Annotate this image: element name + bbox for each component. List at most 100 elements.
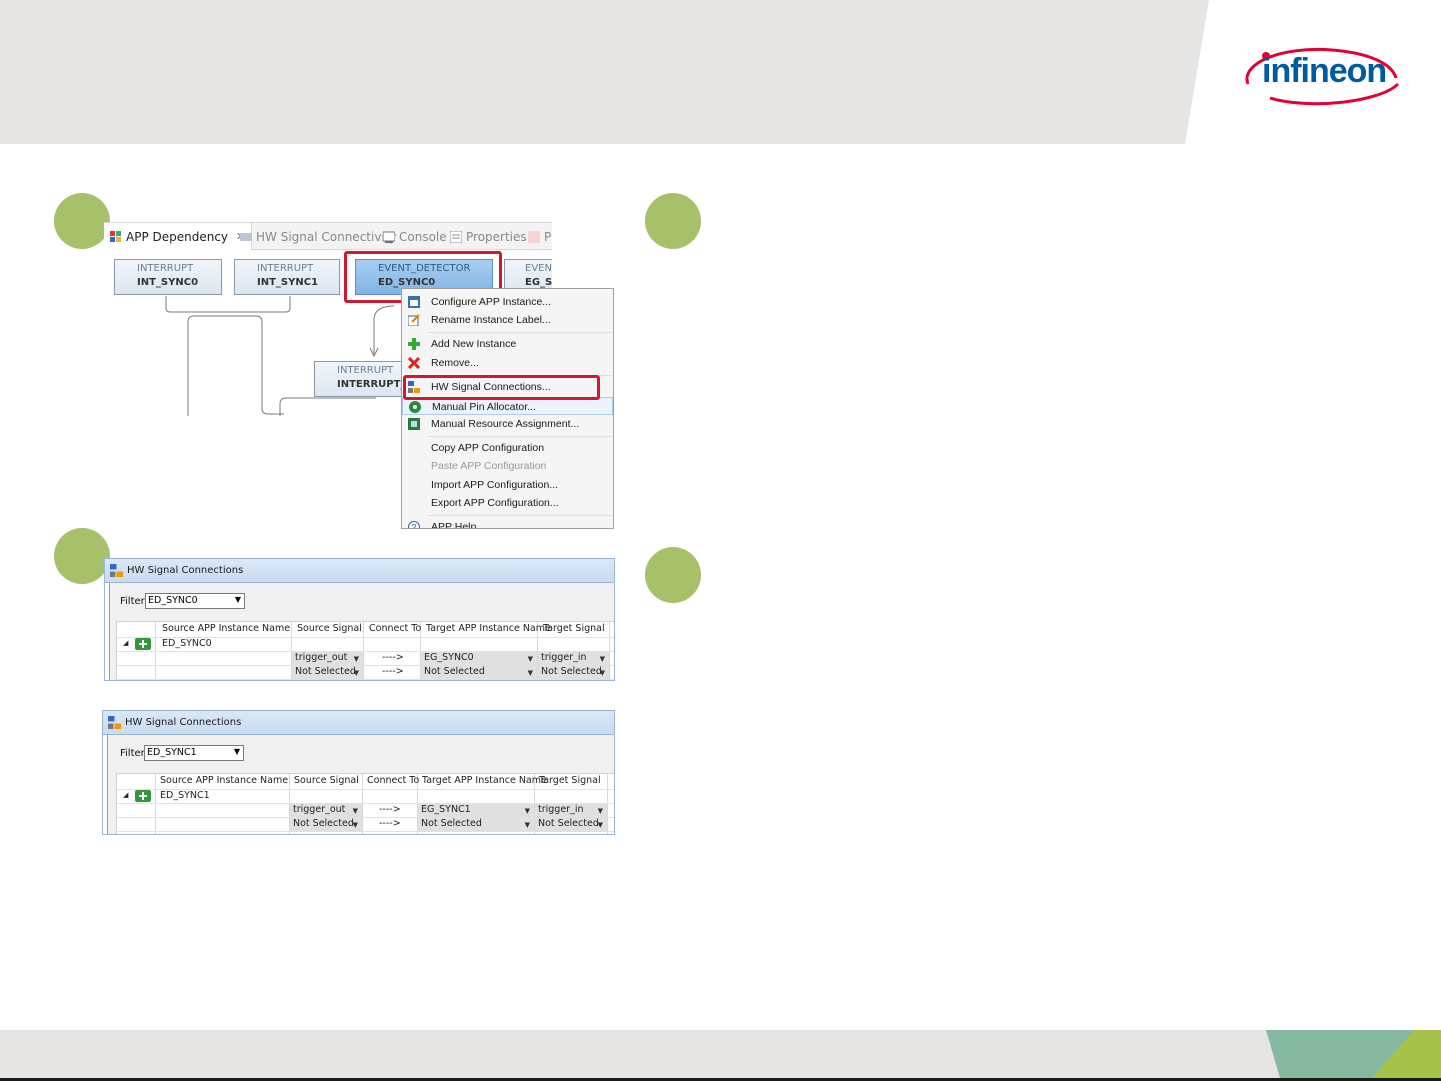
source-signal-select[interactable]: trigger_out ▼ <box>292 652 363 666</box>
target-signal-select[interactable]: Not Selected ▼ <box>538 666 609 680</box>
chevron-down-icon: ▼ <box>524 807 530 815</box>
connect-arrow: ----> <box>379 804 401 815</box>
menu-item-copy-config[interactable]: Copy APP Configuration <box>402 439 613 457</box>
menu-item-label: Export APP Configuration... <box>431 497 559 509</box>
target-instance-select[interactable]: EG_SYNC0 ▼ <box>421 652 537 666</box>
dialog-title: HW Signal Connections <box>105 559 614 583</box>
node-name: INT_SYNC1 <box>257 277 319 288</box>
instance-name: ED_SYNC1 <box>160 790 210 801</box>
tree-expand-icon[interactable]: ◢ <box>123 639 128 647</box>
column-header: Connect To <box>369 623 422 634</box>
signal-icon <box>110 564 123 577</box>
chevron-down-icon: ▼ <box>352 821 358 829</box>
node-type: INTERRUPT <box>137 263 194 274</box>
menu-item-rename[interactable]: Rename Instance Label... <box>402 311 613 329</box>
menu-item-paste-config: Paste APP Configuration <box>402 457 613 475</box>
dialog-body: Filter ED_SYNC1 ▼ Source APP Instance Na… <box>107 735 614 834</box>
target-signal-select[interactable]: trigger_in ▼ <box>538 652 609 666</box>
menu-item-configure[interactable]: Configure APP Instance... <box>402 293 613 311</box>
node-type: EVENT <box>525 263 552 274</box>
filter-value: ED_SYNC0 <box>148 595 198 606</box>
column-header: Target APP Instance Name <box>422 775 547 786</box>
filter-label: Filter <box>120 596 145 607</box>
target-instance-value: EG_SYNC0 <box>424 652 474 663</box>
menu-item-import-config[interactable]: Import APP Configuration... <box>402 476 613 494</box>
resource-icon <box>408 418 420 430</box>
menu-item-remove[interactable]: Remove... <box>402 354 613 372</box>
source-signal-select[interactable]: Not Selected ▼ <box>292 666 363 680</box>
chevron-down-icon: ▼ <box>599 669 605 677</box>
svg-text:?: ? <box>412 523 417 530</box>
menu-item-label: Rename Instance Label... <box>431 314 551 326</box>
node-int-sync0[interactable]: INTERRUPT INT_SYNC0 <box>114 259 222 295</box>
menu-item-label: APP Help <box>431 521 477 529</box>
node-name: INT_SYNC0 <box>137 277 199 288</box>
target-signal-value: Not Selected <box>541 666 602 677</box>
menu-item-manual-resource-assignment[interactable]: Manual Resource Assignment... <box>402 415 613 433</box>
menu-item-add-new-instance[interactable]: Add New Instance <box>402 335 613 353</box>
tree-expand-icon[interactable]: ◢ <box>123 791 128 799</box>
add-icon <box>408 338 420 350</box>
menu-item-label: Copy APP Configuration <box>431 442 545 454</box>
menu-item-label: Paste APP Configuration <box>431 460 547 472</box>
source-signal-value: trigger_out <box>293 804 346 815</box>
connections-table: Source APP Instance Name Source Signal C… <box>116 773 614 834</box>
dialog-body: Filter ED_SYNC0 ▼ Source APP Instance Na… <box>109 583 614 680</box>
remove-icon <box>408 357 420 369</box>
chevron-down-icon: ▼ <box>597 821 603 829</box>
connect-arrow: ----> <box>382 666 404 677</box>
hw-signal-dialog-1: HW Signal Connections Filter ED_SYNC0 ▼ … <box>104 558 615 681</box>
target-instance-value: EG_SYNC1 <box>421 804 471 815</box>
dialog-title-text: HW Signal Connections <box>125 717 242 728</box>
menu-separator <box>428 515 611 516</box>
node-int-sync1[interactable]: INTERRUPT INT_SYNC1 <box>234 259 340 295</box>
target-signal-value: trigger_in <box>541 652 587 663</box>
target-instance-select[interactable]: EG_SYNC1 ▼ <box>418 804 534 818</box>
connections-table: Source APP Instance Name Source Signal C… <box>116 621 614 680</box>
source-signal-value: Not Selected <box>293 818 354 829</box>
target-instance-select[interactable]: Not Selected ▼ <box>421 666 537 680</box>
step-dot-1 <box>54 193 110 249</box>
column-header: Connect To <box>367 775 420 786</box>
target-signal-select[interactable]: trigger_in ▼ <box>535 804 607 818</box>
menu-separator <box>428 436 611 437</box>
menu-item-label: Add New Instance <box>431 338 517 350</box>
filter-select[interactable]: ED_SYNC1 ▼ <box>144 745 244 761</box>
grid-line <box>607 774 608 834</box>
target-signal-value: trigger_in <box>538 804 584 815</box>
instance-name: ED_SYNC0 <box>162 638 212 649</box>
source-signal-select[interactable]: Not Selected ▼ <box>290 818 362 832</box>
column-header: Source Signal <box>294 775 359 786</box>
menu-separator <box>428 332 611 333</box>
chevron-down-icon: ▼ <box>597 807 603 815</box>
rename-icon <box>408 314 420 326</box>
menu-item-label: Import APP Configuration... <box>431 479 559 491</box>
target-instance-select[interactable]: Not Selected ▼ <box>418 818 534 832</box>
menu-item-label: Configure APP Instance... <box>431 296 552 308</box>
menu-item-label: Manual Pin Allocator... <box>432 401 536 413</box>
target-signal-select[interactable]: Not Selected ▼ <box>535 818 607 832</box>
infineon-logo: infineon <box>1240 44 1402 108</box>
source-signal-select[interactable]: trigger_out ▼ <box>290 804 362 818</box>
node-type: INTERRUPT <box>257 263 314 274</box>
filter-select[interactable]: ED_SYNC0 ▼ <box>145 593 245 609</box>
hw-signal-dialog-2: HW Signal Connections Filter ED_SYNC1 ▼ … <box>102 710 615 835</box>
step-dot-2 <box>54 528 110 584</box>
chevron-down-icon: ▼ <box>599 655 605 663</box>
step-dot-4 <box>645 547 701 603</box>
target-instance-value: Not Selected <box>424 666 485 677</box>
chevron-down-icon: ▼ <box>527 655 533 663</box>
column-header: Target Signal <box>539 775 601 786</box>
menu-item-export-config[interactable]: Export APP Configuration... <box>402 494 613 512</box>
chevron-down-icon: ▼ <box>234 595 241 604</box>
signal-icon <box>108 716 121 729</box>
instance-icon <box>135 638 151 650</box>
dialog-title-text: HW Signal Connections <box>127 565 244 576</box>
slide: infineon APP Dependency ✕ HW Signal Conn… <box>0 0 1441 1081</box>
target-signal-value: Not Selected <box>538 818 599 829</box>
column-header: Target Signal <box>543 623 605 634</box>
highlight-hw-signal-item <box>403 375 600 400</box>
connect-arrow: ----> <box>379 818 401 829</box>
menu-item-app-help[interactable]: ? APP Help <box>402 518 613 530</box>
grid-line <box>155 774 156 834</box>
